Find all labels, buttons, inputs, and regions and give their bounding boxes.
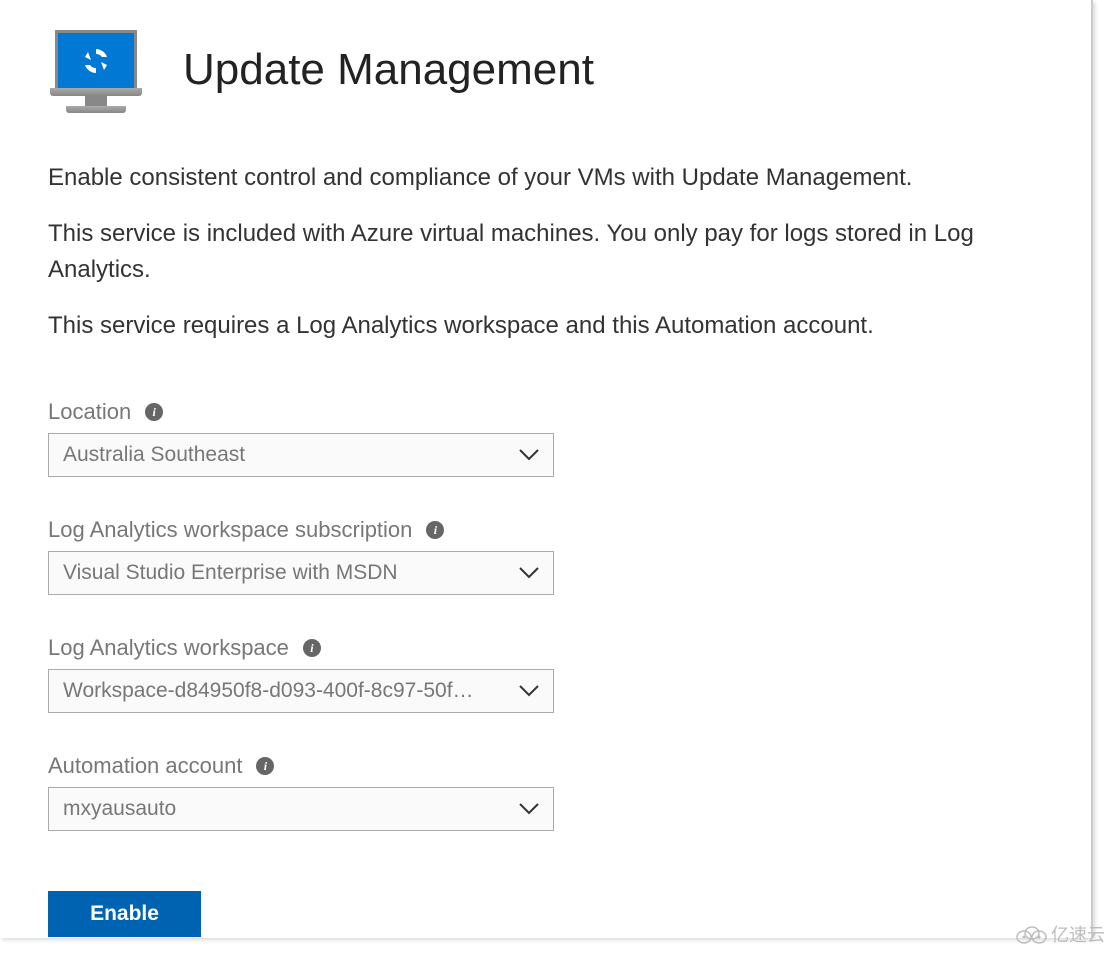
description-line-3: This service requires a Log Analytics wo… [48, 308, 1043, 344]
update-management-icon [48, 30, 143, 110]
automation-value: mxyausauto [63, 797, 176, 821]
info-icon[interactable]: i [256, 757, 274, 775]
chevron-down-icon [519, 449, 539, 461]
watermark-text: 亿速云 [1051, 921, 1105, 947]
automation-field: Automation account i mxyausauto [48, 753, 1043, 831]
watermark: 亿速云 [1014, 921, 1105, 947]
cloud-icon [1014, 924, 1048, 944]
workspace-select[interactable]: Workspace-d84950f8-d093-400f-8c97-50f… [48, 669, 554, 713]
info-icon[interactable]: i [426, 521, 444, 539]
enable-button[interactable]: Enable [48, 891, 201, 937]
update-management-panel: Update Management Enable consistent cont… [0, 0, 1093, 938]
form: Location i Australia Southeast Log Analy… [48, 399, 1043, 937]
workspace-field: Log Analytics workspace i Workspace-d849… [48, 635, 1043, 713]
info-icon[interactable]: i [303, 639, 321, 657]
info-icon[interactable]: i [145, 403, 163, 421]
chevron-down-icon [519, 567, 539, 579]
subscription-field: Log Analytics workspace subscription i V… [48, 517, 1043, 595]
workspace-value: Workspace-d84950f8-d093-400f-8c97-50f… [63, 679, 474, 703]
subscription-label: Log Analytics workspace subscription [48, 517, 412, 543]
subscription-value: Visual Studio Enterprise with MSDN [63, 561, 398, 585]
chevron-down-icon [519, 685, 539, 697]
chevron-down-icon [519, 803, 539, 815]
page-title: Update Management [183, 45, 594, 95]
location-label: Location [48, 399, 131, 425]
location-value: Australia Southeast [63, 443, 245, 467]
automation-label: Automation account [48, 753, 242, 779]
header: Update Management [48, 30, 1043, 110]
location-field: Location i Australia Southeast [48, 399, 1043, 477]
workspace-label: Log Analytics workspace [48, 635, 289, 661]
subscription-select[interactable]: Visual Studio Enterprise with MSDN [48, 551, 554, 595]
description-line-1: Enable consistent control and compliance… [48, 160, 1043, 196]
location-select[interactable]: Australia Southeast [48, 433, 554, 477]
description-line-2: This service is included with Azure virt… [48, 216, 1043, 288]
automation-select[interactable]: mxyausauto [48, 787, 554, 831]
